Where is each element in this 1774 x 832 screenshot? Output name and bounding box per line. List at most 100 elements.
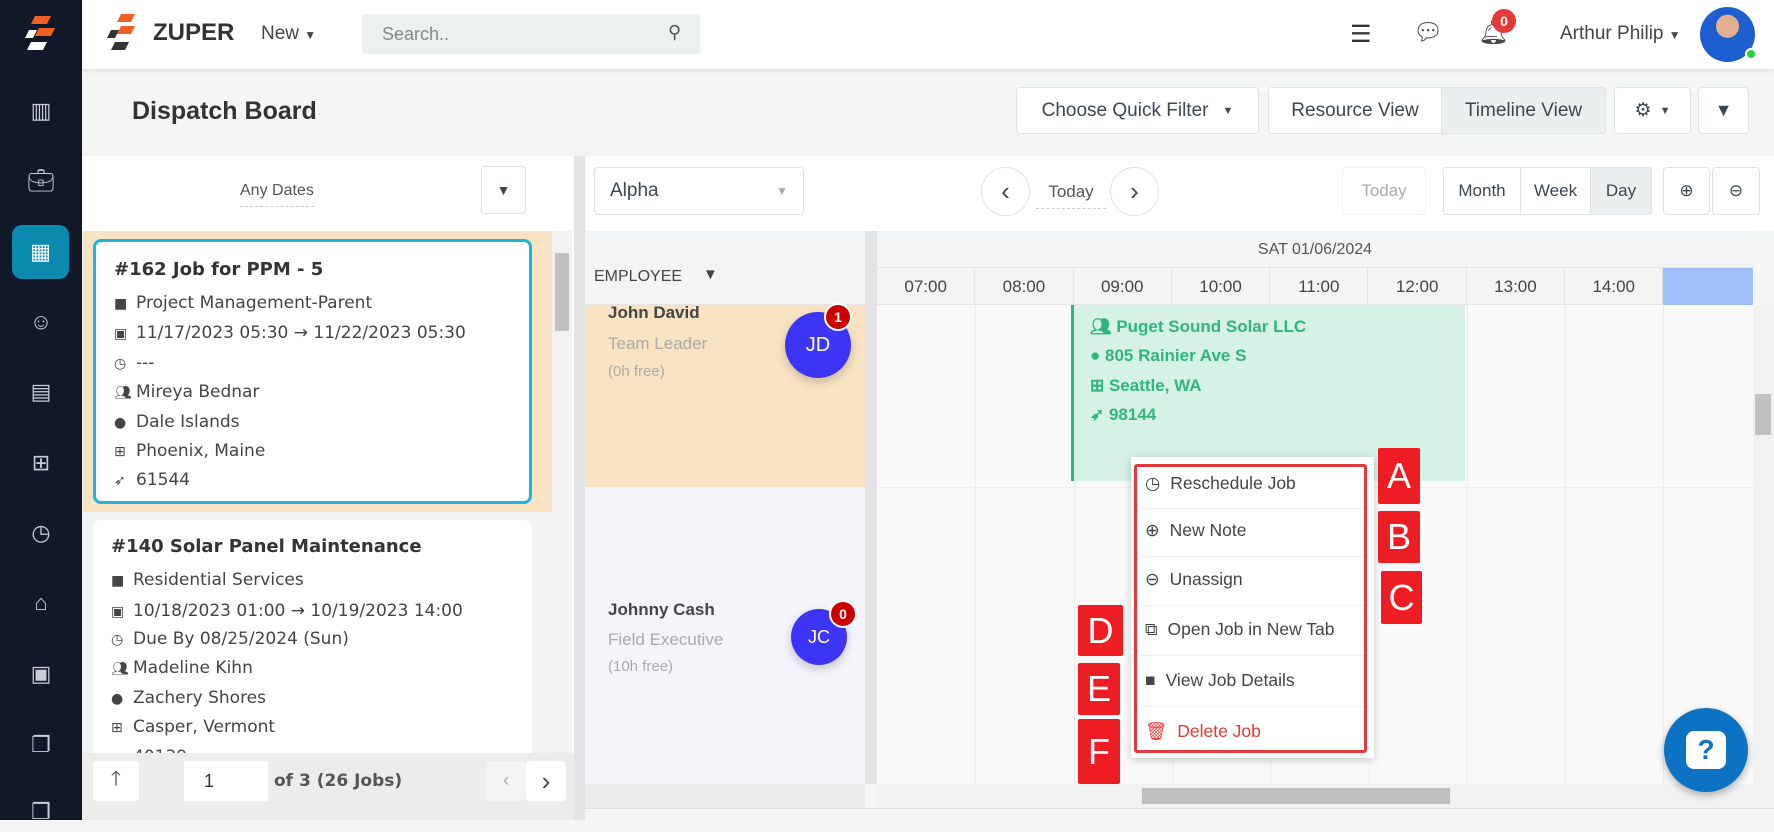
prev-day-button[interactable]: ‹: [981, 167, 1030, 216]
next-day-button[interactable]: ›: [1110, 167, 1159, 216]
list-icon[interactable]: ☰: [1350, 20, 1372, 49]
team-select[interactable]: Alpha ▼: [594, 167, 804, 215]
hour-label: 12:00: [1369, 268, 1467, 305]
customers-icon[interactable]: ☺: [0, 302, 82, 342]
arrow-up-icon: 🡑: [110, 768, 122, 790]
page-info: of 3 (26 Jobs): [274, 771, 403, 791]
employee-free-hours: (0h free): [608, 363, 665, 380]
hour-label: 10:00: [1172, 268, 1271, 305]
page-number-input[interactable]: 1: [184, 761, 268, 801]
timeline-horizontal-scrollbar[interactable]: [877, 784, 1753, 808]
footer-strip: [585, 808, 1774, 820]
menu-item-view-job-details[interactable]: ■ View Job Details: [1145, 670, 1295, 691]
map-pin-icon: ●: [111, 691, 124, 707]
inventory-icon[interactable]: ❒: [0, 792, 82, 832]
date-header: SAT 01/06/2024: [877, 231, 1753, 268]
next-page-button[interactable]: ›: [526, 761, 566, 801]
job-list-scrollbar[interactable]: [552, 231, 572, 753]
marker-f: F: [1078, 719, 1120, 784]
zoom-out-button[interactable]: ⊖: [1712, 167, 1760, 215]
external-link-icon: ⧉: [1145, 619, 1158, 639]
current-date-label[interactable]: Today: [1036, 182, 1106, 209]
building-icon[interactable]: ▤: [0, 372, 82, 412]
menu-item-reschedule-job[interactable]: ◷ Reschedule Job: [1145, 473, 1296, 494]
sidebar: ▥ 💼︎ ▦ ☺ ▤ ⊞ ◷ ⌂ ▣ ❐ ❒: [0, 0, 82, 824]
today-button[interactable]: Today: [1342, 167, 1426, 215]
filter-button[interactable]: ▼: [1698, 87, 1749, 134]
jobs-filter-button[interactable]: ▼: [481, 166, 526, 214]
tag-icon[interactable]: ⌂: [0, 583, 82, 623]
scrollbar-thumb[interactable]: [1142, 788, 1450, 804]
menu-item-open-new-tab[interactable]: ⧉ Open Job in New Tab: [1145, 619, 1335, 640]
reports-icon[interactable]: ▥: [0, 91, 82, 131]
briefcase-icon: ■: [1145, 670, 1156, 690]
help-chat-button[interactable]: ?: [1664, 708, 1748, 792]
brand-logo[interactable]: ZUPER: [107, 12, 234, 54]
week-view-button[interactable]: Week: [1520, 167, 1591, 215]
hour-label: 09:00: [1074, 268, 1172, 305]
timeline-view-tab[interactable]: Timeline View: [1441, 87, 1606, 134]
user-menu[interactable]: Arthur Philip ▼: [1560, 23, 1681, 45]
gridline: [1565, 305, 1567, 784]
location-arrow-icon: ➶: [1090, 405, 1109, 424]
scrollbar-thumb[interactable]: [1755, 394, 1771, 435]
timeline-vertical-scrollbar[interactable]: [1753, 305, 1774, 808]
documents-icon[interactable]: ❐: [0, 725, 82, 765]
menu-item-new-note[interactable]: ⊕ New Note: [1145, 520, 1247, 541]
day-view-button[interactable]: Day: [1590, 167, 1652, 215]
job-title: #162 Job for PPM - 5: [114, 259, 324, 280]
menu-item-unassign[interactable]: ⊖ Unassign: [1145, 569, 1243, 590]
menu-item-delete-job[interactable]: 🗑︎ Delete Job: [1145, 721, 1261, 742]
users-icon: 👥︎: [111, 661, 129, 677]
search-icon[interactable]: ⚲: [668, 22, 681, 43]
job-card[interactable]: #162 Job for PPM - 5 ■ Project Management…: [93, 239, 532, 504]
resource-view-tab[interactable]: Resource View: [1268, 87, 1442, 134]
map-icon[interactable]: ⊞: [0, 443, 82, 483]
calendar-icon: ▣: [111, 604, 125, 620]
job-customer: Madeline Kihn: [133, 658, 253, 678]
zoom-in-button[interactable]: ⊕: [1663, 167, 1710, 215]
zuper-logo-icon[interactable]: [0, 14, 82, 54]
search-input[interactable]: Search..: [362, 14, 700, 54]
marker-d: D: [1078, 605, 1123, 656]
menu-item-label: Open Job in New Tab: [1167, 619, 1335, 639]
zoom-out-icon: ⊖: [1728, 181, 1744, 200]
users-icon: 👥︎: [1090, 317, 1117, 336]
hour-label: 14:00: [1565, 268, 1664, 305]
help-icon: ?: [1686, 731, 1726, 769]
job-city: Casper, Vermont: [133, 717, 276, 737]
prev-page-button[interactable]: ‹: [486, 761, 526, 801]
employee-filter-icon[interactable]: ▼: [703, 266, 718, 283]
divider: [1140, 605, 1364, 606]
zoom-in-icon: ⊕: [1679, 181, 1694, 200]
menu-item-label: Unassign: [1169, 569, 1243, 589]
current-time-column: [1663, 268, 1753, 305]
chevron-down-icon: ▼: [776, 184, 788, 198]
hour-label: 08:00: [975, 268, 1074, 305]
team-select-value: Alpha: [610, 180, 659, 201]
scroll-top-button[interactable]: 🡑: [93, 761, 139, 801]
calendar-icon[interactable]: ▦: [12, 225, 69, 279]
panel-resizer[interactable]: [574, 156, 585, 820]
divider: [1140, 508, 1364, 509]
settings-dropdown[interactable]: ⚙ ▼: [1614, 87, 1691, 134]
job-street: 805 Rainier Ave S: [1105, 346, 1247, 365]
filter-icon: ▼: [1714, 100, 1733, 120]
calendar-icon: ▣: [114, 326, 128, 342]
job-due: Due By 08/25/2024 (Sun): [133, 629, 349, 649]
month-view-button[interactable]: Month: [1443, 167, 1521, 215]
date-filter[interactable]: Any Dates: [240, 182, 314, 207]
chevron-down-icon: ▼: [1222, 104, 1234, 117]
new-menu[interactable]: New ▼: [261, 23, 316, 45]
scrollbar-thumb[interactable]: [555, 253, 569, 331]
calculator-icon[interactable]: ▣: [0, 654, 82, 694]
briefcase-icon: ■: [111, 573, 125, 589]
clock-icon[interactable]: ◷: [0, 513, 82, 553]
chat-icon[interactable]: 💬︎: [1413, 18, 1443, 47]
trash-icon: 🗑︎: [1145, 721, 1168, 741]
quick-filter-dropdown[interactable]: Choose Quick Filter ▼: [1016, 87, 1259, 134]
hour-label: 07:00: [877, 268, 976, 305]
menu-item-label: Reschedule Job: [1170, 473, 1296, 493]
briefcase-icon[interactable]: 💼︎: [0, 161, 82, 201]
job-card[interactable]: #140 Solar Panel Maintenance ■ Residentia…: [93, 520, 532, 753]
